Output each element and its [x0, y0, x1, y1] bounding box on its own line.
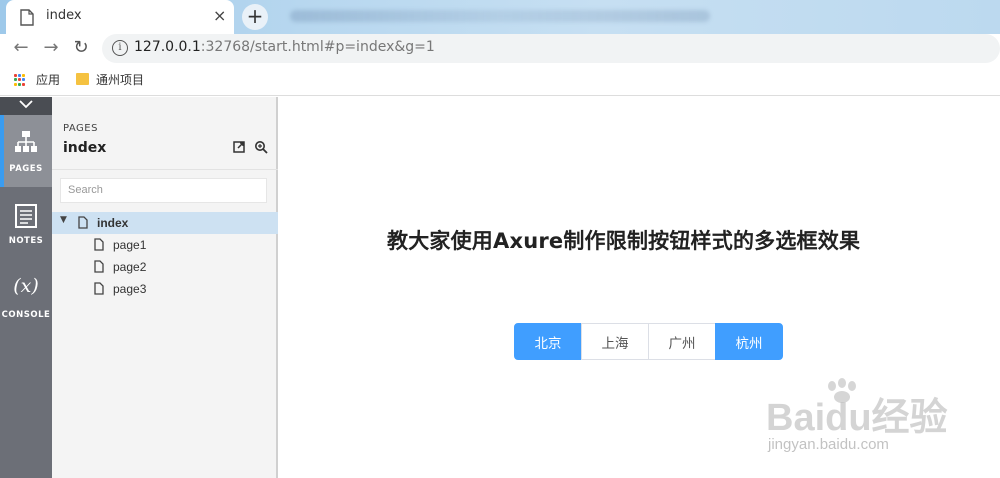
tree-item-page2[interactable]: page2 — [52, 256, 278, 278]
page-icon — [78, 216, 88, 229]
pages-panel-heading: PAGES — [63, 123, 98, 134]
browser-tab[interactable]: index × — [6, 0, 234, 34]
variable-icon: (x) — [13, 275, 39, 297]
bookmark-tongzhou[interactable]: 通州项目 — [96, 71, 144, 88]
pages-panel: PAGES index Search ▼ index page1 page2 p… — [52, 97, 278, 478]
address-bar[interactable]: i 127.0.0.1:32768/start.html#p=index&g=1 — [102, 34, 1000, 63]
tab-title: index — [46, 8, 82, 23]
back-arrow-icon[interactable]: ← — [10, 37, 32, 58]
player-rail: PAGES NOTES (x) CONSOLE — [0, 97, 52, 478]
current-page-name: index — [63, 140, 107, 156]
watermark-brand: Baidu经验 — [766, 397, 948, 439]
tree-item-label: page3 — [113, 282, 147, 296]
reload-icon[interactable]: ↻ — [70, 37, 92, 58]
bookmarks-bar: 应用 通州项目 — [0, 64, 1000, 96]
tree-item-label: index — [97, 216, 129, 230]
sitemap-icon — [15, 131, 37, 152]
page-icon — [94, 238, 104, 251]
tab-strip: index × + — [0, 0, 1000, 34]
option-guangzhou[interactable]: 广州 — [648, 323, 716, 360]
rail-console-label: CONSOLE — [1, 310, 51, 320]
rail-pages[interactable]: PAGES — [0, 115, 52, 187]
apps-grid-icon[interactable] — [14, 74, 26, 86]
forward-arrow-icon[interactable]: → — [40, 37, 62, 58]
page-icon — [94, 282, 104, 295]
watermark-url: jingyan.baidu.com — [768, 436, 889, 453]
option-shanghai[interactable]: 上海 — [581, 323, 649, 360]
blurred-tab-area — [290, 10, 710, 22]
tree-item-label: page2 — [113, 260, 147, 274]
panel-divider — [52, 169, 278, 170]
browser-toolbar: ← → ↻ i 127.0.0.1:32768/start.html#p=ind… — [0, 34, 1000, 64]
baidu-watermark: Baidu经验 jingyan.baidu.com — [760, 378, 1000, 478]
tree-item-page3[interactable]: page3 — [52, 278, 278, 300]
bookmark-apps[interactable]: 应用 — [36, 71, 60, 88]
rail-pages-label: PAGES — [9, 164, 43, 174]
search-page-icon[interactable] — [254, 140, 268, 154]
rail-notes[interactable]: NOTES — [0, 189, 52, 261]
tree-item-index[interactable]: ▼ index — [52, 212, 278, 234]
new-tab-button[interactable]: + — [242, 4, 268, 30]
option-beijing[interactable]: 北京 — [514, 323, 582, 360]
option-hangzhou[interactable]: 杭州 — [715, 323, 783, 360]
folder-icon — [76, 73, 89, 85]
notes-icon — [15, 204, 37, 228]
page-icon — [94, 260, 104, 273]
page-search-input[interactable]: Search — [60, 178, 267, 203]
expand-caret-icon[interactable]: ▼ — [60, 215, 67, 225]
collapse-chevron-icon[interactable] — [0, 97, 52, 115]
city-multiselect-group: 北京 上海 广州 杭州 — [514, 323, 783, 360]
address-url[interactable]: 127.0.0.1:32768/start.html#p=index&g=1 — [134, 39, 435, 55]
tree-item-label: page1 — [113, 238, 147, 252]
page-headline: 教大家使用Axure制作限制按钮样式的多选框效果 — [387, 229, 861, 253]
tree-item-page1[interactable]: page1 — [52, 234, 278, 256]
tab-close-icon[interactable]: × — [213, 6, 226, 25]
page-favicon-icon — [20, 9, 34, 26]
rail-notes-label: NOTES — [8, 236, 44, 246]
external-link-icon[interactable] — [232, 140, 246, 154]
site-info-icon[interactable]: i — [112, 40, 128, 56]
rail-console[interactable]: (x) CONSOLE — [0, 263, 52, 335]
